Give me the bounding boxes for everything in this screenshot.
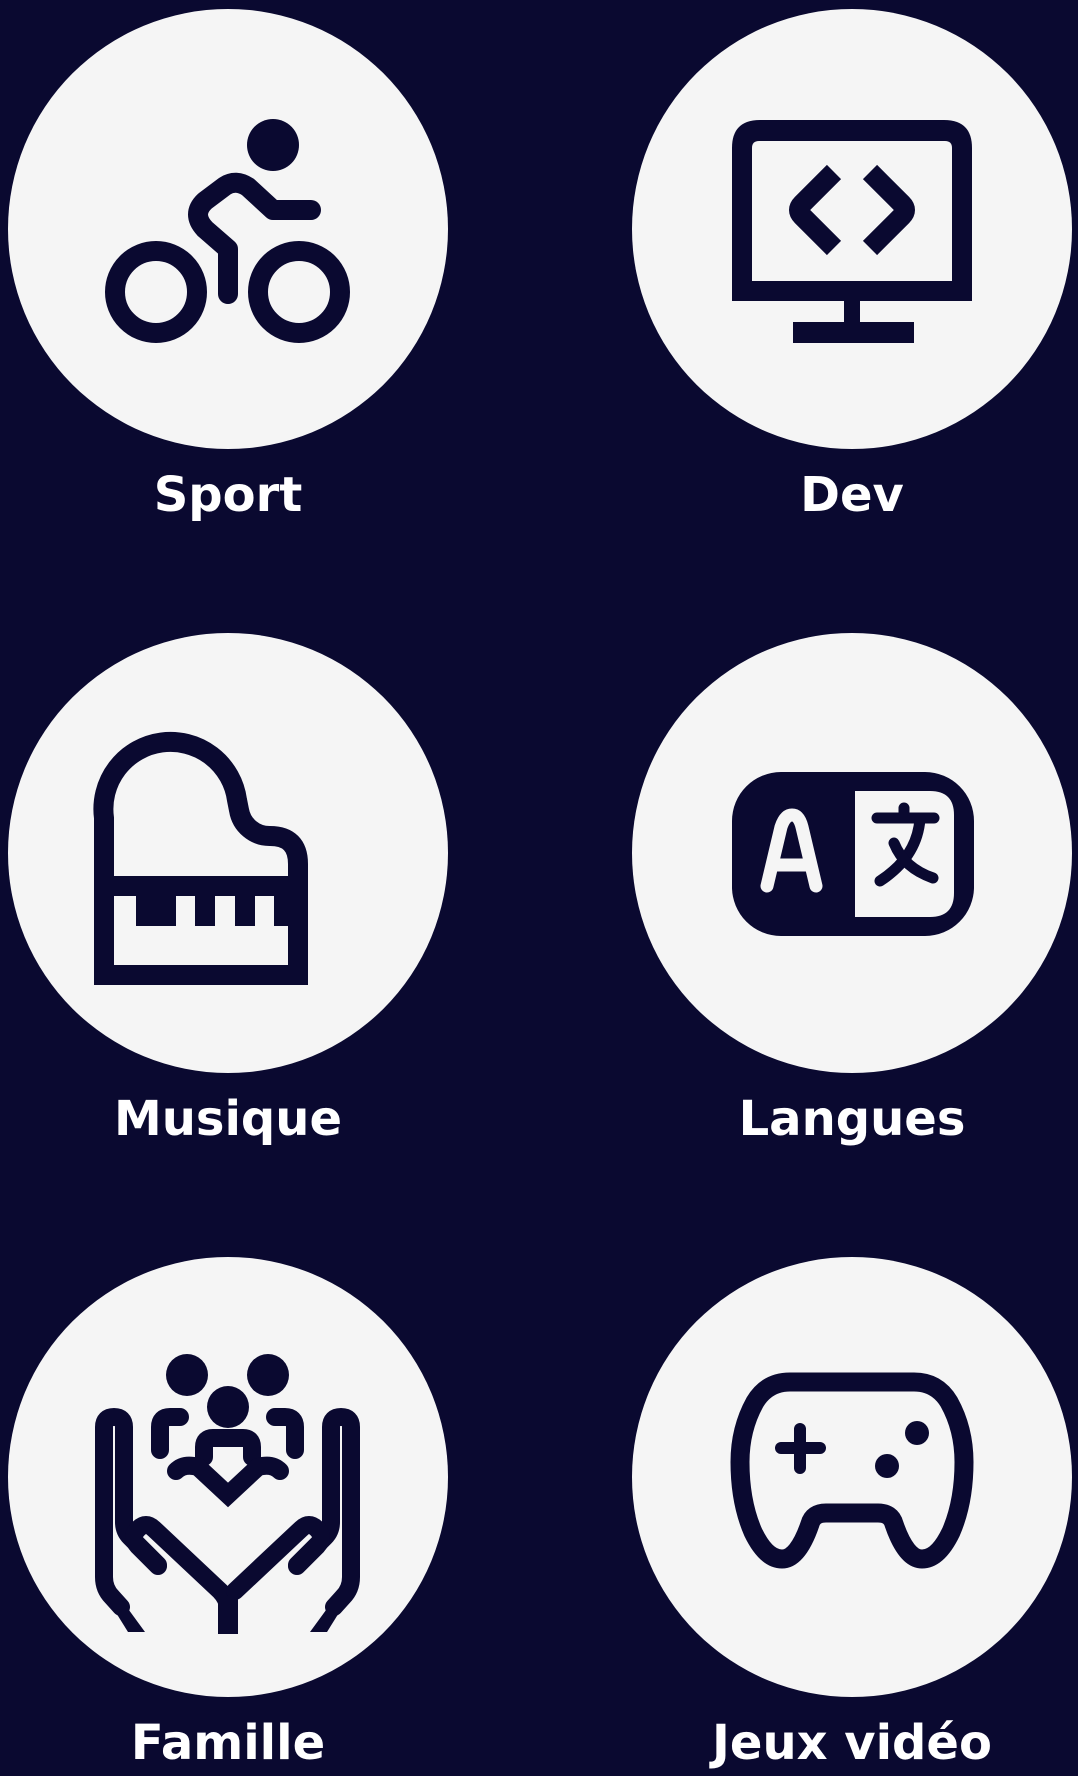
bicycle-rider-icon [105,119,350,343]
category-musique[interactable]: Musique [8,633,448,1143]
category-circle [632,9,1072,449]
category-label: Famille [130,1715,326,1771]
category-label: Langues [738,1091,966,1147]
category-label: Musique [113,1091,343,1147]
category-label: Dev [800,467,904,523]
piano-icon [93,731,308,985]
category-circle [8,1257,448,1697]
category-circle [8,9,448,449]
category-circle [632,1257,1072,1697]
category-grid: Sport Dev Musique Langues Famille Jeux v… [0,0,1078,1776]
category-sport[interactable]: Sport [8,9,448,519]
category-jeux-video[interactable]: Jeux vidéo [632,1257,1072,1767]
category-label: Sport [153,467,303,523]
gamepad-icon [730,1372,974,1569]
category-label: Jeux vidéo [712,1715,992,1771]
family-hands-icon [95,1354,360,1634]
category-famille[interactable]: Famille [8,1257,448,1767]
category-circle [632,633,1072,1073]
translate-icon [732,772,974,936]
category-langues[interactable]: Langues [632,633,1072,1143]
category-circle [8,633,448,1073]
code-monitor-icon [732,120,972,343]
category-dev[interactable]: Dev [632,9,1072,519]
